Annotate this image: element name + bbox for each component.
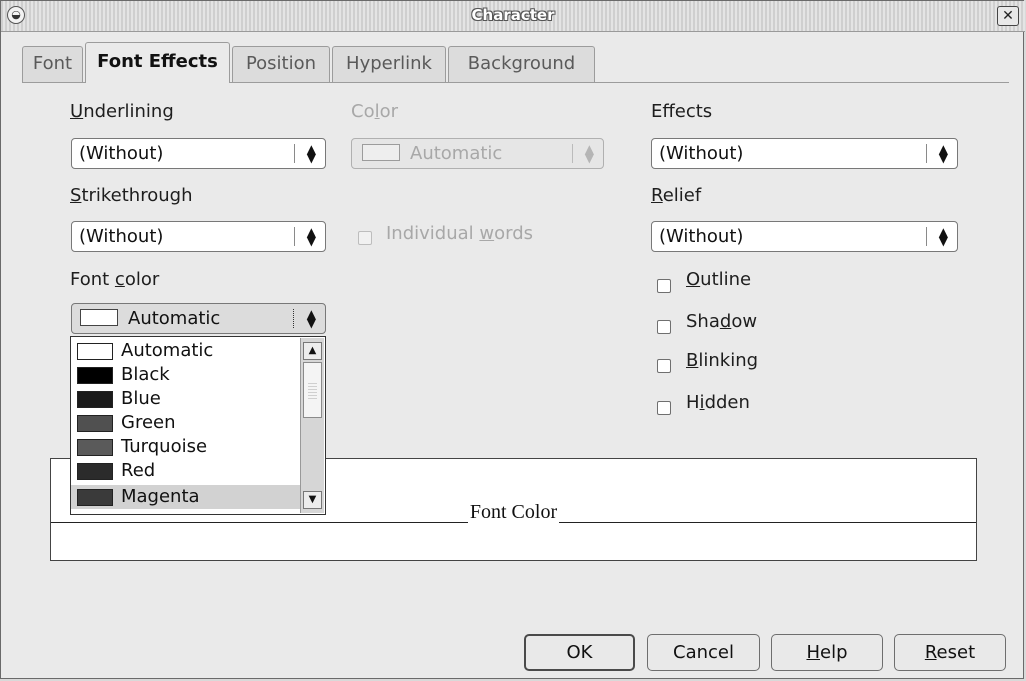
effects-label: Effects bbox=[651, 101, 713, 122]
tab-font-effects-label: Font Effects bbox=[97, 51, 218, 72]
tab-background[interactable]: Background bbox=[448, 46, 595, 82]
individual-words-label: Individual words bbox=[386, 223, 534, 244]
font-color-label: Font color bbox=[70, 269, 160, 290]
color-swatch bbox=[362, 144, 400, 161]
color-swatch bbox=[77, 367, 113, 384]
hidden-checkbox[interactable] bbox=[657, 401, 671, 415]
color-value: Automatic bbox=[410, 143, 503, 164]
spin-arrows-icon: ▲ ▼ bbox=[584, 142, 594, 165]
color-swatch bbox=[77, 391, 113, 408]
tab-background-label: Background bbox=[467, 53, 576, 74]
blinking-label: Blinking bbox=[686, 350, 759, 371]
shadow-checkbox[interactable] bbox=[657, 320, 671, 334]
tab-hyperlink-label: Hyperlink bbox=[346, 53, 432, 74]
list-item[interactable]: Automatic bbox=[71, 339, 300, 363]
ok-button[interactable]: OK bbox=[524, 634, 635, 671]
underlining-label: Underlining bbox=[70, 101, 174, 122]
font-color-select[interactable]: Automatic ▲ ▼ bbox=[71, 303, 326, 334]
effects-value: (Without) bbox=[659, 143, 744, 164]
underlining-value: (Without) bbox=[79, 143, 164, 164]
tab-hyperlink[interactable]: Hyperlink bbox=[332, 46, 446, 82]
scroll-up-icon[interactable]: ▲ bbox=[303, 342, 322, 360]
list-item[interactable]: Black bbox=[71, 363, 300, 387]
underlining-select[interactable]: (Without) ▲ ▼ bbox=[71, 138, 326, 169]
shadow-label: Shadow bbox=[686, 311, 758, 332]
font-color-swatch bbox=[80, 309, 118, 326]
relief-value: (Without) bbox=[659, 226, 744, 247]
cancel-button-label: Cancel bbox=[673, 642, 734, 663]
spin-arrows-icon: ▲ ▼ bbox=[938, 142, 948, 165]
individual-words-checkbox[interactable] bbox=[358, 231, 372, 245]
title-bar[interactable]: ◒ Character ✕ bbox=[1, 1, 1025, 32]
reset-button[interactable]: Reset bbox=[894, 634, 1006, 671]
scrollbar-thumb[interactable] bbox=[303, 362, 322, 418]
font-color-dropdown-list[interactable]: Automatic Black Blue Green Turquoise Red… bbox=[70, 336, 326, 515]
font-color-value: Automatic bbox=[128, 308, 221, 329]
hidden-label: Hidden bbox=[686, 392, 750, 413]
strikethrough-value: (Without) bbox=[79, 226, 164, 247]
spin-arrows-icon: ▲ ▼ bbox=[306, 225, 316, 248]
effects-select[interactable]: (Without) ▲ ▼ bbox=[651, 138, 958, 169]
list-item[interactable]: Red bbox=[71, 459, 300, 483]
color-swatch bbox=[77, 439, 113, 456]
close-icon: ✕ bbox=[1002, 8, 1014, 24]
help-button[interactable]: Help bbox=[771, 634, 883, 671]
close-button[interactable]: ✕ bbox=[997, 6, 1019, 26]
scroll-down-icon[interactable]: ▼ bbox=[303, 491, 322, 509]
outline-checkbox[interactable] bbox=[657, 279, 671, 293]
cancel-button[interactable]: Cancel bbox=[647, 634, 760, 671]
dropdown-scrollbar[interactable]: ▲ ▼ bbox=[300, 338, 324, 513]
spin-arrows-icon: ▲ ▼ bbox=[306, 307, 316, 330]
character-dialog: ◒ Character ✕ Font Font Effects Position… bbox=[0, 0, 1025, 679]
strikethrough-label: Strikethrough bbox=[70, 185, 193, 206]
list-item[interactable]: Turquoise bbox=[71, 435, 300, 459]
strikethrough-select[interactable]: (Without) ▲ ▼ bbox=[71, 221, 326, 252]
color-swatch bbox=[77, 415, 113, 432]
color-select[interactable]: Automatic ▲ ▼ bbox=[351, 138, 604, 169]
color-swatch bbox=[77, 489, 113, 506]
ok-button-label: OK bbox=[566, 642, 593, 663]
tab-font[interactable]: Font bbox=[22, 46, 83, 82]
color-swatch bbox=[77, 343, 113, 360]
tab-font-effects[interactable]: Font Effects bbox=[85, 42, 230, 83]
color-swatch bbox=[77, 463, 113, 480]
spin-arrows-icon: ▲ ▼ bbox=[306, 142, 316, 165]
list-item[interactable]: Blue bbox=[71, 387, 300, 411]
list-item[interactable]: Magenta bbox=[71, 485, 300, 509]
tab-font-label: Font bbox=[32, 53, 73, 74]
color-label: Color bbox=[351, 101, 399, 122]
relief-select[interactable]: (Without) ▲ ▼ bbox=[651, 221, 958, 252]
preview-text: Font Color bbox=[467, 501, 560, 523]
blinking-checkbox[interactable] bbox=[657, 359, 671, 373]
outline-label: Outline bbox=[686, 269, 752, 290]
list-item[interactable]: Green bbox=[71, 411, 300, 435]
tab-position[interactable]: Position bbox=[232, 46, 330, 82]
window-title: Character bbox=[471, 6, 555, 24]
spin-arrows-icon: ▲ ▼ bbox=[938, 225, 948, 248]
tab-position-label: Position bbox=[245, 53, 317, 74]
relief-label: Relief bbox=[651, 185, 702, 206]
